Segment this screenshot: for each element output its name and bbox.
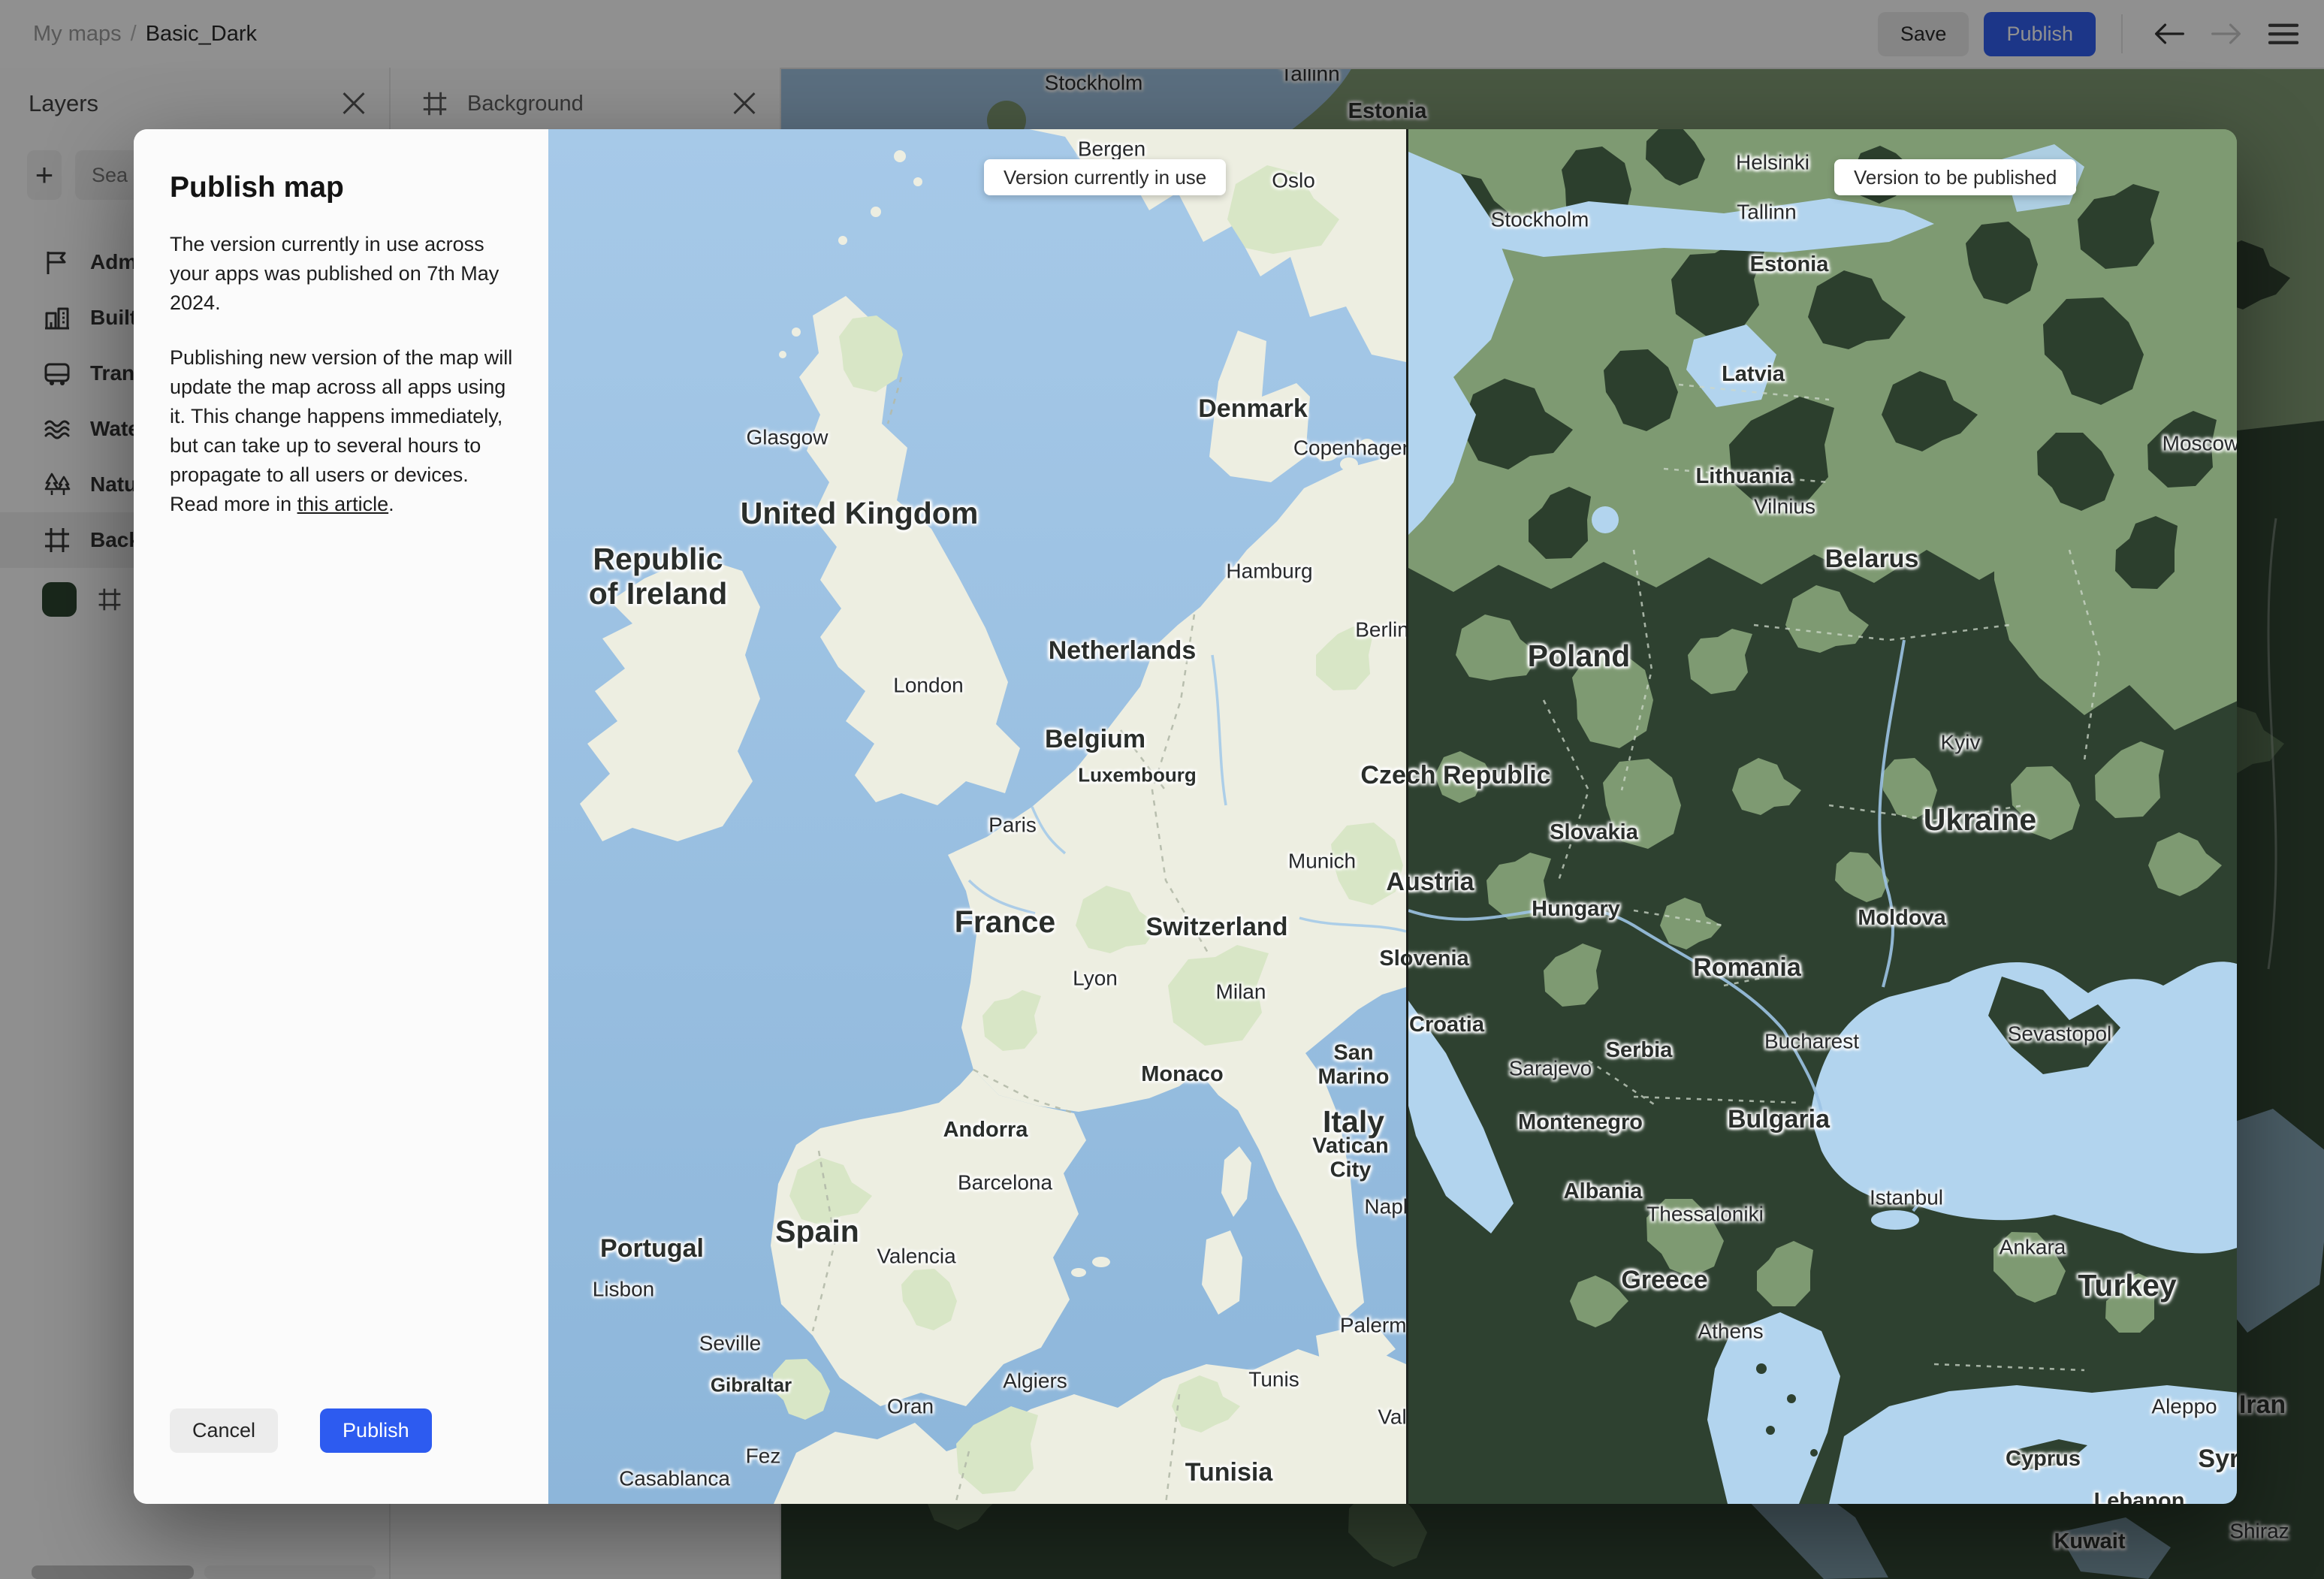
comparison-split-divider[interactable] [1406,129,1408,1504]
map-version-new [1408,129,2237,1504]
dialog-paragraph-2: Publishing new version of the map will u… [170,343,515,519]
map-version-current [548,129,1406,1504]
version-comparison-preview: Bergen Oslo Glasgow United Kingdom Republic … [548,129,2237,1504]
version-current-badge: Version currently in use [984,159,1227,195]
dialog-paragraph-1: The version currently in use across your… [170,233,500,314]
version-new-badge: Version to be published [1834,159,2077,195]
this-article-link[interactable]: this article [297,493,389,515]
app-window: Stockholm Tallinn Estonia Iran Shiraz Kuwait … [0,0,2324,1579]
dialog-paragraph-2-period: . [388,493,394,515]
publish-map-dialog: Bergen Oslo Glasgow United Kingdom Republic … [134,129,2237,1504]
publish-button-dialog[interactable]: Publish [320,1408,432,1453]
publish-dialog-panel: Publish map The version currently in use… [134,129,548,1504]
dialog-paragraph-2-text: Publishing new version of the map will u… [170,346,513,515]
cancel-button[interactable]: Cancel [170,1408,279,1453]
dialog-title: Publish map [170,171,344,204]
